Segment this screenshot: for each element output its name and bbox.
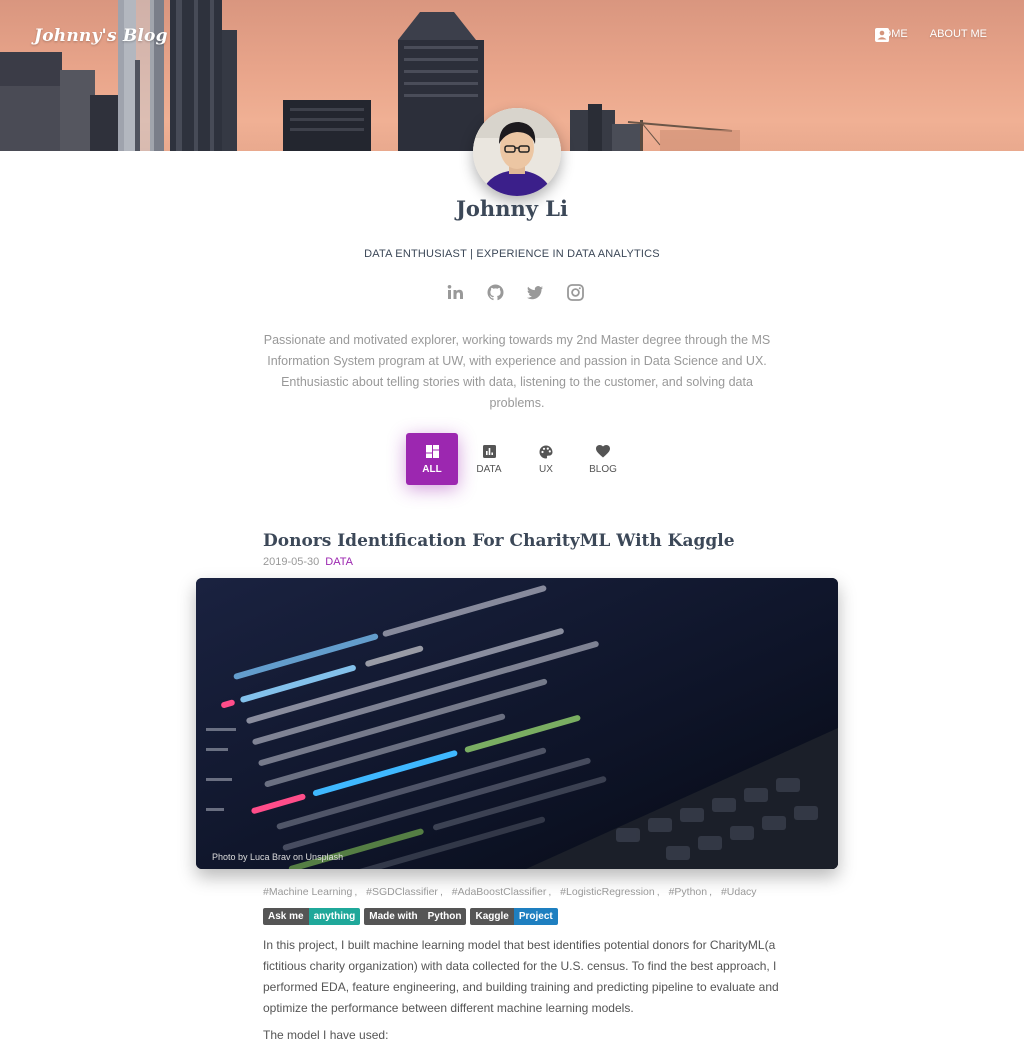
badge-made-with[interactable]: Made with Python [364,908,467,925]
tab-data[interactable]: DATA [463,433,515,485]
post-description: In this project, I built machine learnin… [263,938,779,1015]
badge-right: anything [308,908,361,925]
badge-kaggle[interactable]: Kaggle Project [470,908,558,925]
post-badges: Ask me anything Made with Python Kaggle … [263,908,558,925]
avatar [473,108,561,196]
badge-ask-me[interactable]: Ask me anything [263,908,361,925]
tab-blog-label: BLOG [589,463,617,475]
social-links [446,283,585,302]
instagram-icon[interactable] [566,283,585,302]
profile-tagline: DATA ENTHUSIAST | EXPERIENCE IN DATA ANA… [364,248,660,260]
tab-ux[interactable]: UX [520,433,572,485]
post-cover-image[interactable]: Photo by Luca Brav on Unsplash [196,578,838,869]
brand-logo[interactable]: Johnny's Blog [34,26,168,46]
dashboard-icon [425,445,439,458]
github-icon[interactable] [486,283,505,302]
profile-bio: Passionate and motivated explorer, worki… [263,333,771,410]
tag-link[interactable]: #LogisticRegression [560,886,655,898]
post-meta: 2019-05-30 DATA [263,556,353,568]
tag-link[interactable]: #AdaBoostClassifier [452,886,547,898]
badge-left: Made with [364,908,423,925]
tab-all[interactable]: ALL [406,433,458,485]
badge-left: Ask me [263,908,309,925]
heart-icon [596,445,610,458]
image-credit: Photo by Luca Brav on Unsplash [212,852,344,862]
category-filter: ALL DATA UX BLOG [406,433,634,485]
tab-blog[interactable]: BLOG [577,433,629,485]
post-title[interactable]: Donors Identification For CharityML With… [263,531,735,551]
tag-link[interactable]: #Udacy [721,886,757,898]
tag-link[interactable]: #Machine Learning [263,886,352,898]
tab-all-label: ALL [422,463,442,475]
linkedin-icon[interactable] [446,283,465,302]
profile-name: Johnny Li [455,196,568,221]
top-nav: HOME ABOUT ME [874,28,987,42]
nav-about-label: ABOUT ME [929,28,987,40]
tag-link[interactable]: #Python [669,886,708,898]
tab-data-label: DATA [476,463,502,475]
twitter-icon[interactable] [526,283,545,302]
badge-right: Project [513,908,558,925]
badge-left: Kaggle [470,908,514,925]
chart-icon [482,445,496,458]
badge-right: Python [422,908,467,925]
tab-ux-label: UX [539,463,553,475]
post-models-intro: The model I have used: [263,1028,389,1042]
code-laptop-image [196,578,838,869]
post-category[interactable]: DATA [325,556,353,568]
post-tags: #Machine Learning, #SGDClassifier, #AdaB… [263,886,757,898]
nav-about[interactable]: ABOUT ME [874,28,987,42]
tag-link[interactable]: #SGDClassifier [366,886,438,898]
palette-icon [539,445,553,458]
account-box-icon [874,28,889,42]
post-date: 2019-05-30 [263,556,320,568]
avatar-photo [473,108,561,196]
